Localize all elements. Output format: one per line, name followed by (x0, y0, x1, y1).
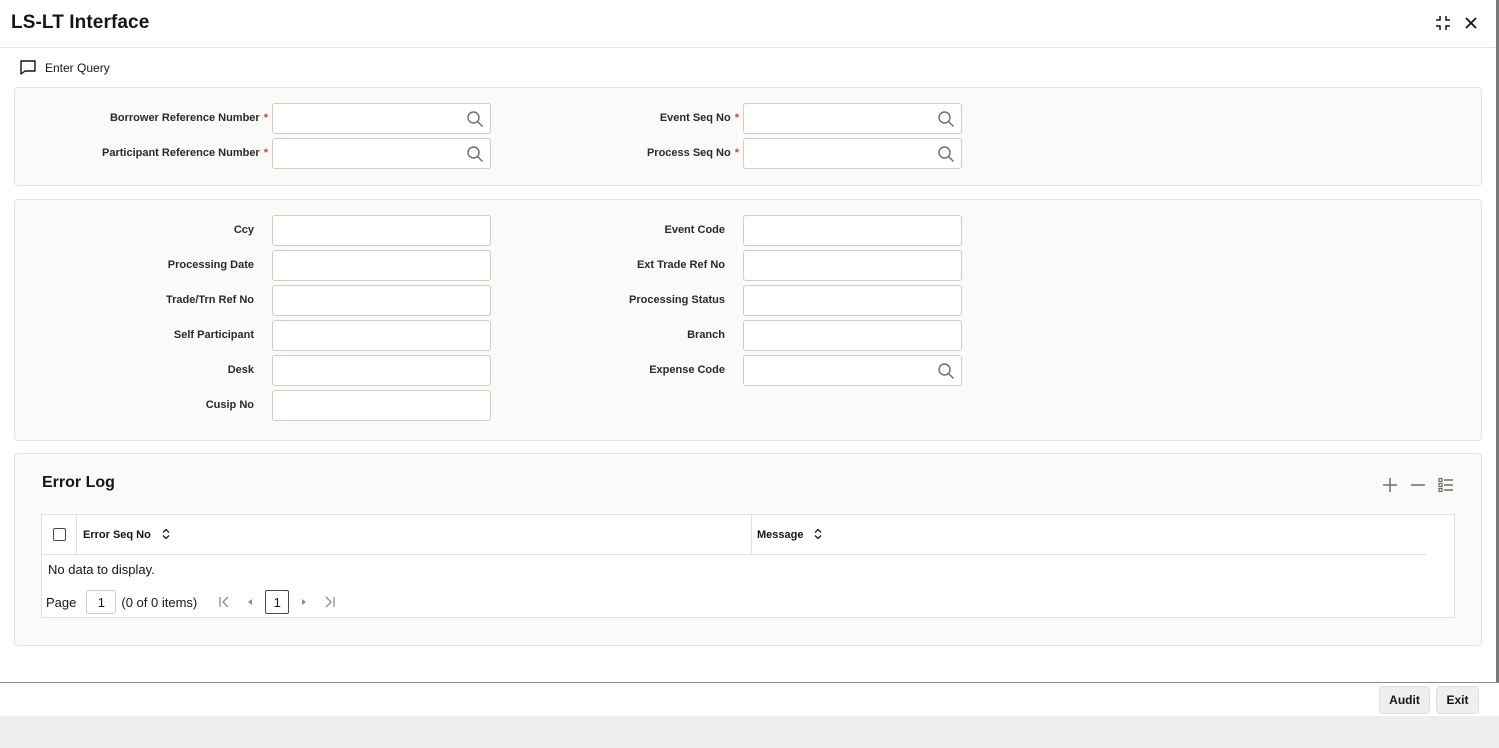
desk-field[interactable] (272, 355, 491, 386)
items-count: (0 of 0 items) (121, 594, 198, 610)
branch-field[interactable] (743, 320, 962, 351)
processing-status-input[interactable] (744, 286, 961, 315)
exit-button[interactable]: Exit (1436, 686, 1479, 714)
processing-date-field[interactable] (272, 250, 491, 281)
branch-label: Branch (687, 329, 725, 341)
sort-icon[interactable] (161, 528, 171, 543)
error-log-table: Error Seq No Message No data to display.… (41, 514, 1455, 618)
expense-code-field[interactable] (743, 355, 962, 386)
ext-trade-ref-field[interactable] (743, 250, 962, 281)
error-log-panel: Error Log Error Seq No Message No data t… (14, 453, 1482, 646)
process-seq-field[interactable] (743, 138, 962, 169)
desk-label: Desk (227, 364, 254, 376)
processing-status-field[interactable] (743, 285, 962, 316)
ext-trade-ref-label: Ext Trade Ref No (636, 259, 725, 271)
participant-ref-field[interactable] (272, 138, 491, 169)
event-seq-label: Event Seq No * (659, 112, 739, 124)
key-fields-panel: Borrower Reference Number * Participant R… (14, 87, 1482, 186)
ccy-label: Ccy (233, 224, 254, 236)
page-number-input[interactable]: 1 (86, 590, 117, 614)
expense-code-label: Expense Code (649, 364, 725, 376)
processing-date-label: Processing Date (167, 259, 254, 271)
branch-input[interactable] (744, 321, 961, 350)
self-participant-field[interactable] (272, 320, 491, 351)
search-icon[interactable] (937, 110, 955, 128)
first-page-icon[interactable] (211, 590, 237, 614)
trade-ref-label: Trade/Trn Ref No (165, 294, 254, 306)
collapse-arrows-icon[interactable] (1432, 12, 1454, 34)
search-icon[interactable] (937, 145, 955, 163)
self-participant-input[interactable] (273, 321, 490, 350)
search-icon[interactable] (937, 362, 955, 380)
borrower-ref-label: Borrower Reference Number * (109, 112, 268, 124)
borrower-ref-field[interactable] (272, 103, 491, 134)
search-icon[interactable] (466, 145, 484, 163)
ccy-field[interactable] (272, 215, 491, 246)
event-code-field[interactable] (743, 215, 962, 246)
trade-ref-field[interactable] (272, 285, 491, 316)
self-participant-label: Self Participant (173, 329, 254, 341)
processing-date-input[interactable] (273, 251, 490, 280)
title-bar: LS-LT Interface (0, 0, 1499, 48)
audit-button[interactable]: Audit (1379, 686, 1430, 714)
ext-trade-ref-input[interactable] (744, 251, 961, 280)
grid-toolbar (1381, 476, 1455, 494)
desk-input[interactable] (273, 356, 490, 385)
previous-page-icon[interactable] (237, 590, 263, 614)
process-seq-input[interactable] (744, 139, 961, 168)
close-icon[interactable] (1460, 12, 1482, 34)
process-seq-label: Process Seq No * (646, 147, 739, 159)
expense-code-input[interactable] (744, 356, 961, 385)
add-row-icon[interactable] (1381, 476, 1399, 494)
participant-ref-label: Participant Reference Number * (102, 147, 268, 159)
next-page-icon[interactable] (291, 590, 317, 614)
delete-row-icon[interactable] (1409, 476, 1427, 494)
status-strip (0, 716, 1499, 748)
sort-icon[interactable] (813, 528, 823, 543)
table-header: Error Seq No Message (42, 515, 1426, 555)
trade-ref-input[interactable] (273, 286, 490, 315)
column-header-error-seq[interactable]: Error Seq No (83, 515, 171, 555)
processing-status-label: Processing Status (629, 294, 725, 306)
enter-query-button[interactable]: Enter Query (19, 57, 110, 79)
event-seq-field[interactable] (743, 103, 962, 134)
cusip-field[interactable] (272, 390, 491, 421)
footer-bar: Audit Exit (0, 682, 1499, 716)
no-data-message: No data to display. (48, 562, 155, 577)
select-all-checkbox[interactable] (53, 528, 66, 541)
single-view-icon[interactable] (1437, 476, 1455, 494)
details-panel: Ccy Processing Date Trade/Trn Ref No Sel… (14, 199, 1482, 441)
current-page-button[interactable]: 1 (265, 590, 290, 614)
enter-query-label: Enter Query (45, 61, 110, 75)
column-header-message[interactable]: Message (757, 515, 823, 555)
event-code-label: Event Code (664, 224, 725, 236)
event-seq-input[interactable] (744, 104, 961, 133)
window-title: LS-LT Interface (11, 12, 150, 33)
ccy-input[interactable] (273, 216, 490, 245)
last-page-icon[interactable] (317, 590, 343, 614)
page-label: Page (46, 594, 77, 610)
cusip-label: Cusip No (205, 399, 254, 411)
search-icon[interactable] (466, 110, 484, 128)
pagination: Page 1 (0 of 0 items) 1 (46, 590, 343, 614)
error-log-title: Error Log (42, 474, 115, 491)
speech-bubble-icon (19, 59, 37, 78)
participant-ref-input[interactable] (273, 139, 490, 168)
cusip-input[interactable] (273, 391, 490, 420)
borrower-ref-input[interactable] (273, 104, 490, 133)
event-code-input[interactable] (744, 216, 961, 245)
